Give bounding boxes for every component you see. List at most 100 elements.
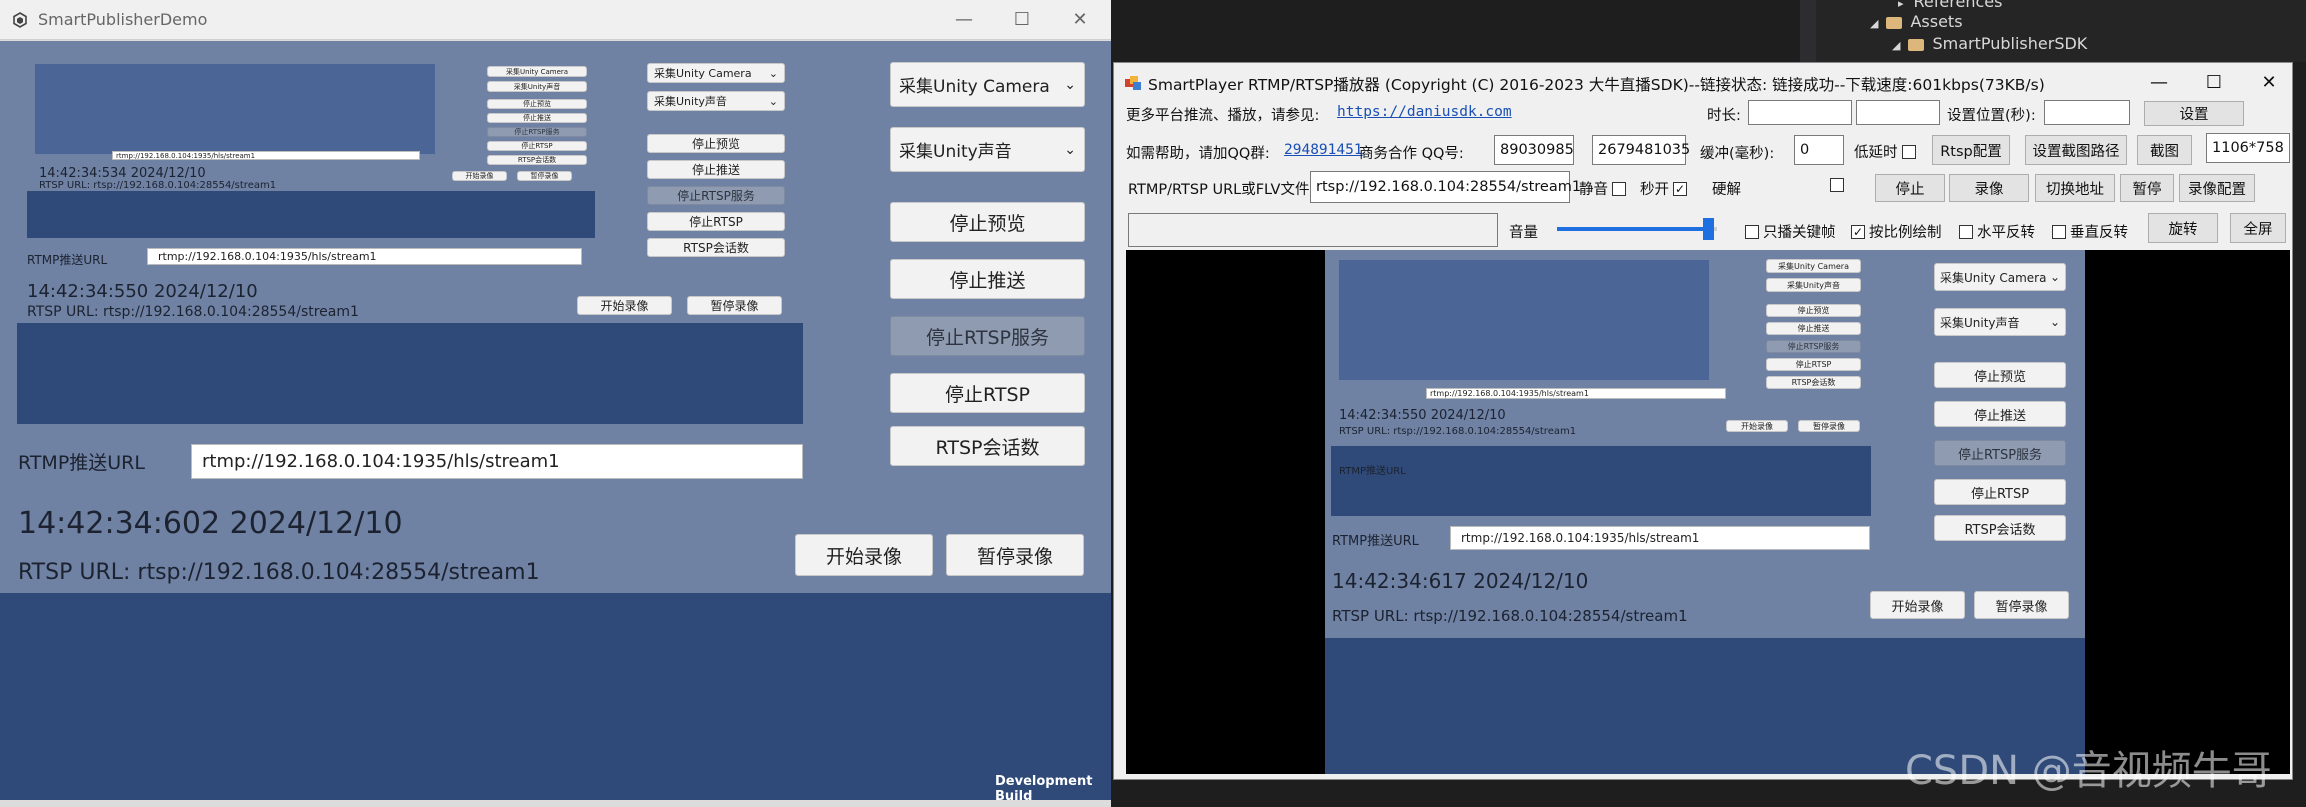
frame-stop-preview: 停止预览: [1934, 362, 2066, 388]
pause-button[interactable]: 暂停: [2120, 174, 2174, 202]
daniusdk-link[interactable]: https://daniusdk.com: [1337, 104, 1512, 120]
duration-field-2[interactable]: [1856, 100, 1940, 125]
player-maximize-button[interactable]: ☐: [2194, 69, 2234, 97]
vs-gutter: [1800, 0, 1816, 62]
audio-source-dropdown[interactable]: 采集Unity声音 ⌄: [890, 127, 1085, 172]
volume-slider-track[interactable]: [1557, 218, 1717, 240]
nested-stop-rtsp-service: 停止RTSP服务: [647, 186, 785, 205]
unity-game-view: 14:42:34:534 2024/12/10 RTSP URL: rtsp:/…: [0, 41, 1111, 804]
stop-rtsp-button[interactable]: 停止RTSP: [890, 373, 1085, 413]
stop-rtsp-service-button[interactable]: 停止RTSP服务: [890, 316, 1085, 356]
close-button[interactable]: ✕: [1060, 6, 1100, 34]
mute-checkbox[interactable]: 静音: [1579, 178, 1626, 199]
frame-nested-stop-push: 停止推送: [1766, 322, 1861, 335]
nested-timestamp: 14:42:34:550 2024/12/10: [27, 281, 258, 302]
business-qq-field-1[interactable]: 89030985: [1494, 135, 1574, 165]
nested-rtmp-input: rtmp://192.168.0.104:1935/hls/stream1: [147, 248, 582, 265]
player-window-title: SmartPlayer RTMP/RTSP播放器 (Copyright (C) …: [1148, 76, 2045, 94]
minimize-button[interactable]: —: [944, 6, 984, 34]
instant-open-checkbox[interactable]: ✓ 秒开: [1640, 178, 1687, 199]
nested-stop-rtsp: 停止RTSP: [647, 212, 785, 231]
keyframe-only-checkbox[interactable]: 只播关键帧: [1745, 221, 1836, 242]
scale-draw-checkbox[interactable]: ✓ 按比例绘制: [1851, 221, 1942, 242]
help-label: 如需帮助，请加QQ群:: [1126, 146, 1270, 162]
frame-preview-inner: [1339, 260, 1709, 380]
chevron-down-icon: ◢: [1892, 39, 1901, 52]
duration-field-1[interactable]: [1748, 100, 1852, 125]
snapshot-button[interactable]: 截图: [2137, 135, 2192, 165]
frame-camera-dropdown: 采集Unity Camera ⌄: [1934, 263, 2066, 291]
frame-camera-label: 采集Unity Camera: [1940, 270, 2047, 285]
tree-item-references[interactable]: ▸ References: [1898, 0, 2002, 11]
unity-window-title: SmartPublisherDemo: [38, 10, 208, 29]
qq-group-link[interactable]: 294891451: [1284, 142, 1363, 158]
v-flip-checkbox[interactable]: 垂直反转: [2052, 221, 2128, 242]
set-snapshot-path-button[interactable]: 设置截图路径: [2025, 135, 2127, 165]
maximize-button[interactable]: ☐: [1002, 6, 1042, 34]
url-input[interactable]: rtsp://192.168.0.104:28554/stream1: [1310, 171, 1581, 203]
player-close-button[interactable]: ✕: [2249, 69, 2289, 97]
player-minimize-button[interactable]: —: [2139, 69, 2179, 97]
nested2-rtsp-url: RTSP URL: rtsp://192.168.0.104:28554/str…: [39, 180, 277, 191]
frame-rtsp-sessions: RTSP会话数: [1934, 515, 2066, 541]
frame-preview-rtmp-label: RTMP推送URL: [1339, 466, 1406, 477]
fullscreen-button[interactable]: 全屏: [2230, 213, 2286, 243]
switch-url-button[interactable]: 切换地址: [2035, 174, 2115, 202]
camera-source-dropdown[interactable]: 采集Unity Camera ⌄: [890, 62, 1085, 107]
frame-stop-push: 停止推送: [1934, 401, 2066, 427]
frame-control-panel: 14:42:34:550 2024/12/10 RTSP URL: rtsp:/…: [1325, 250, 2085, 638]
business-qq-field-2[interactable]: 2679481035: [1592, 135, 1690, 165]
low-latency-label: 低延时: [1854, 145, 1898, 161]
buffer-input[interactable]: 0: [1794, 135, 1844, 165]
volume-slider-thumb[interactable]: [1703, 218, 1714, 240]
set-position-button[interactable]: 设置: [2144, 101, 2244, 126]
preview-nested2-panel: 14:42:34:534 2024/12/10 RTSP URL: rtsp:/…: [27, 61, 595, 191]
frame-nested-pause-record: 暂停录像: [1798, 420, 1860, 432]
tree-item-assets[interactable]: ◢ Assets: [1870, 12, 1963, 31]
unity-logo-icon: [13, 12, 27, 28]
tree-item-sdk[interactable]: ◢ SmartPublisherSDK: [1892, 34, 2087, 53]
chevron-down-icon: ⌄: [768, 66, 778, 80]
rtsp-sessions-button[interactable]: RTSP会话数: [890, 426, 1085, 466]
chevron-down-icon: ⌄: [1064, 76, 1076, 93]
video-render-area[interactable]: 14:42:34:550 2024/12/10 RTSP URL: rtsp:/…: [1126, 250, 2290, 774]
stop-preview-button[interactable]: 停止预览: [890, 202, 1085, 242]
start-record-button[interactable]: 开始录像: [795, 534, 933, 576]
checkmark-icon: ✓: [1851, 224, 1865, 239]
rtsp-url-text: RTSP URL: rtsp://192.168.0.104:28554/str…: [18, 560, 540, 585]
rtmp-url-input[interactable]: rtmp://192.168.0.104:1935/hls/stream1: [191, 444, 803, 479]
h-flip-checkbox[interactable]: 水平反转: [1959, 221, 2035, 242]
nested2-audio-dd: 采集Unity声音: [487, 81, 587, 92]
frame-nested-rtsp-url: RTSP URL: rtsp://192.168.0.104:28554/str…: [1339, 426, 1577, 437]
record-button[interactable]: 录像: [1949, 174, 2029, 202]
nested-stop-push: 停止推送: [647, 160, 785, 179]
nested2-stop-rtsp-service: 停止RTSP服务: [487, 127, 587, 137]
frame-stop-rtsp: 停止RTSP: [1934, 479, 2066, 505]
set-position-input[interactable]: [2044, 100, 2130, 125]
volume-slider-fill: [1557, 227, 1709, 231]
references-label: References: [1913, 0, 2003, 11]
folder-icon: [1908, 38, 1925, 51]
resolution-field: 1106*758: [2206, 133, 2290, 163]
stop-push-button[interactable]: 停止推送: [890, 259, 1085, 299]
nested-camera-dropdown-label: 采集Unity Camera: [654, 67, 752, 80]
hw-decode-label: 硬解: [1712, 182, 1741, 198]
nested2-camera-dd: 采集Unity Camera: [487, 66, 587, 77]
rtsp-config-button[interactable]: Rtsp配置: [1932, 135, 2010, 165]
player-window: SmartPlayer RTMP/RTSP播放器 (Copyright (C) …: [1113, 62, 2293, 780]
low-latency-checkbox[interactable]: 低延时: [1854, 141, 1916, 162]
frame-nested-stop-rtsp-service: 停止RTSP服务: [1766, 340, 1861, 353]
pause-record-button[interactable]: 暂停录像: [946, 534, 1084, 576]
camera-source-label: 采集Unity Camera: [899, 77, 1050, 97]
frame-nested-rtsp-sessions: RTSP会话数: [1766, 376, 1861, 389]
mute-label: 静音: [1579, 182, 1608, 198]
nested-rtsp-sessions: RTSP会话数: [647, 238, 785, 257]
nested2-pause-record: 暂停录像: [517, 171, 572, 181]
hw-decode-checkbox[interactable]: [1830, 178, 1848, 192]
url-label: RTMP/RTSP URL或FLV文件: [1128, 182, 1310, 198]
rotate-button[interactable]: 旋转: [2148, 213, 2218, 243]
record-config-button[interactable]: 录像配置: [2179, 174, 2255, 202]
stop-button[interactable]: 停止: [1875, 174, 1945, 202]
chevron-down-icon: ⌄: [2049, 270, 2060, 284]
checkbox-box: [1901, 144, 1916, 159]
